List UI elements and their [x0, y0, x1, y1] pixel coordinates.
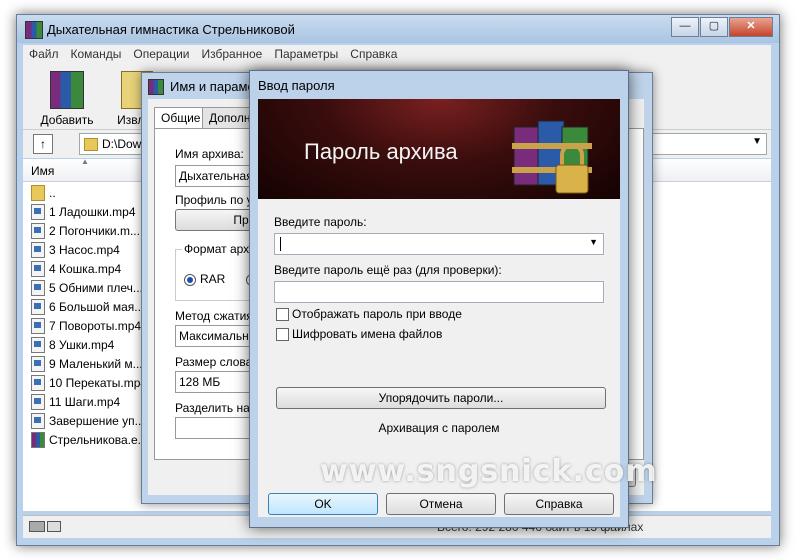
- list-item-label: 8 Ушки.mp4: [49, 337, 115, 352]
- password-dialog-title: Ввод пароля: [258, 78, 335, 93]
- video-file-icon: [31, 355, 45, 372]
- organize-passwords-button[interactable]: Упорядочить пароли...: [276, 387, 606, 409]
- menu-options[interactable]: Параметры: [268, 45, 344, 63]
- list-item-label: 10 Перекаты.mp4: [49, 375, 148, 390]
- column-name-label: Имя: [31, 164, 55, 178]
- chevron-down-icon[interactable]: ▼: [752, 136, 762, 147]
- minimize-button[interactable]: —: [671, 17, 699, 37]
- video-file-icon: [31, 279, 45, 296]
- close-button[interactable]: ✕: [729, 17, 773, 37]
- menu-file[interactable]: Файл: [23, 45, 65, 63]
- sort-arrow-icon: ▲: [81, 157, 89, 166]
- list-item-label: Завершение уп...: [49, 413, 145, 428]
- split-volumes-label: Разделить на т: [175, 401, 259, 415]
- archive-name-input[interactable]: Дыхательная: [175, 165, 260, 187]
- show-password-checkbox[interactable]: [276, 308, 289, 321]
- password-confirm-input[interactable]: [274, 281, 604, 303]
- show-password-label: Отображать пароль при вводе: [292, 307, 462, 321]
- maximize-button[interactable]: ▢: [700, 17, 728, 37]
- main-title-bar: Дыхательная гимнастика Стрельниковой — ▢…: [17, 15, 779, 43]
- list-item-label: 2 Погончики.m...: [49, 223, 140, 238]
- video-file-icon: [31, 260, 45, 277]
- list-item[interactable]: Стрельникова.е...: [31, 430, 148, 449]
- text-caret: [280, 237, 281, 251]
- list-item[interactable]: 5 Обними плеч...: [31, 278, 143, 297]
- list-item[interactable]: 7 Повороты.mp4: [31, 316, 141, 335]
- list-item-label: 3 Насос.mp4: [49, 242, 120, 257]
- enter-password-label: Введите пароль:: [274, 215, 367, 229]
- format-rar-label: RAR: [200, 272, 226, 286]
- password-banner: Пароль архива: [258, 99, 620, 199]
- video-file-icon: [31, 412, 45, 429]
- winrar-books-icon: [50, 71, 84, 109]
- encrypt-names-label: Шифровать имена файлов: [292, 327, 443, 341]
- menu-favorites[interactable]: Избранное: [196, 45, 269, 63]
- video-file-icon: [31, 241, 45, 258]
- list-item-label: 6 Большой мая...: [49, 299, 145, 314]
- list-item[interactable]: 3 Насос.mp4: [31, 240, 120, 259]
- list-item[interactable]: 4 Кошка.mp4: [31, 259, 121, 278]
- key-icon[interactable]: [47, 521, 61, 532]
- main-window-title: Дыхательная гимнастика Стрельниковой: [47, 22, 295, 37]
- list-item[interactable]: 11 Шаги.mp4: [31, 392, 120, 411]
- winrar-app-icon: [25, 21, 43, 39]
- list-item-label: 4 Кошка.mp4: [49, 261, 122, 276]
- list-item-label: 1 Ладошки.mp4: [49, 204, 136, 219]
- drive-icon[interactable]: [29, 521, 45, 532]
- video-file-icon: [31, 222, 45, 239]
- list-item-label: 5 Обними плеч...: [49, 280, 143, 295]
- up-folder-button[interactable]: ↑: [33, 134, 53, 154]
- profiles-button-label: Пр: [233, 213, 249, 227]
- path-text: D:\Dow: [102, 137, 142, 151]
- banner-title: Пароль архива: [304, 139, 458, 164]
- add-button-label: Добавить: [40, 113, 94, 127]
- dictionary-size-select[interactable]: 128 МБ: [175, 371, 260, 393]
- encrypt-names-checkbox[interactable]: [276, 328, 289, 341]
- list-item-label: 9 Маленький м...: [49, 356, 143, 371]
- archive-name-label: Имя архива:: [175, 147, 244, 161]
- list-item[interactable]: 1 Ладошки.mp4: [31, 202, 136, 221]
- video-file-icon: [31, 317, 45, 334]
- list-item-label: 7 Повороты.mp4: [49, 318, 142, 333]
- cancel-button[interactable]: Отмена: [386, 493, 496, 515]
- folder-icon: [84, 138, 98, 151]
- compression-method-select[interactable]: Максимальный: [175, 325, 260, 347]
- video-file-icon: [31, 298, 45, 315]
- folder-up-icon: [31, 184, 45, 201]
- menu-commands[interactable]: Команды: [65, 45, 128, 63]
- help-button[interactable]: Справка: [504, 493, 614, 515]
- profiles-button[interactable]: Пр: [175, 209, 257, 231]
- archive-file-icon: [31, 431, 45, 448]
- video-file-icon: [31, 393, 45, 410]
- compression-method-label: Метод сжатия:: [175, 309, 257, 323]
- video-file-icon: [31, 374, 45, 391]
- list-item-label: ..: [49, 185, 56, 200]
- list-item[interactable]: 2 Погончики.m...: [31, 221, 140, 240]
- list-item[interactable]: 9 Маленький м...: [31, 354, 143, 373]
- list-item[interactable]: Завершение уп...: [31, 411, 145, 430]
- tab-general[interactable]: Общие: [154, 107, 208, 129]
- split-volumes-input[interactable]: [175, 417, 260, 439]
- video-file-icon: [31, 336, 45, 353]
- password-input[interactable]: ▼: [274, 233, 604, 255]
- list-item-label: 11 Шаги.mp4: [49, 394, 121, 409]
- menu-operations[interactable]: Операции: [127, 45, 195, 63]
- list-item[interactable]: 6 Большой мая...: [31, 297, 144, 316]
- list-item[interactable]: ..: [31, 183, 56, 202]
- add-button[interactable]: Добавить: [37, 69, 97, 127]
- reenter-password-label: Введите пароль ещё раз (для проверки):: [274, 263, 502, 277]
- list-item-label: Стрельникова.е...: [49, 432, 148, 447]
- winrar-app-icon: [148, 79, 164, 95]
- list-item[interactable]: 10 Перекаты.mp4: [31, 373, 147, 392]
- menu-help[interactable]: Справка: [344, 45, 403, 63]
- menu-bar: Файл Команды Операции Избранное Параметры Спр…: [23, 45, 771, 65]
- video-file-icon: [31, 203, 45, 220]
- format-rar-radio[interactable]: [184, 274, 196, 286]
- watermark: www.sngsnick.com: [320, 454, 658, 489]
- list-item[interactable]: 8 Ушки.mp4: [31, 335, 114, 354]
- chevron-down-icon[interactable]: ▼: [589, 237, 598, 247]
- password-caption: Архивация с паролем: [378, 421, 500, 435]
- books-lock-icon: [512, 120, 592, 194]
- ok-button[interactable]: OK: [268, 493, 378, 515]
